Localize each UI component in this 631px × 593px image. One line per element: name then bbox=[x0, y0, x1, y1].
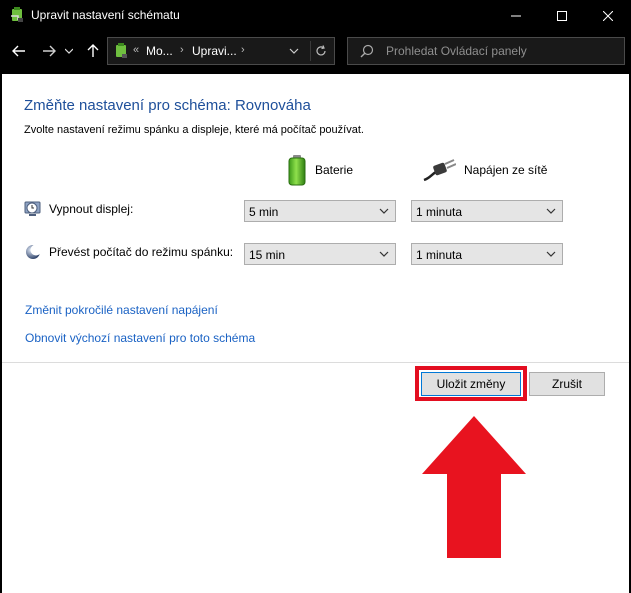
breadcrumb-overflow[interactable]: « bbox=[133, 44, 139, 56]
breadcrumb-item[interactable]: Upravi... bbox=[192, 44, 237, 58]
forward-button[interactable] bbox=[38, 40, 60, 62]
up-button[interactable] bbox=[82, 40, 104, 62]
select-value: 1 minuta bbox=[416, 205, 463, 219]
page-description: Zvolte nastavení režimu spánku a displej… bbox=[24, 124, 364, 136]
chevron-down-icon bbox=[546, 251, 556, 257]
maximize-button[interactable] bbox=[539, 0, 585, 32]
main-content: Změňte nastavení pro schéma: Rovnováha Z… bbox=[2, 74, 629, 593]
plugged-in-label: Napájen ze sítě bbox=[464, 163, 548, 177]
chevron-down-icon bbox=[65, 48, 73, 54]
breadcrumb-separator-icon: › bbox=[180, 44, 184, 56]
footer bbox=[2, 363, 629, 593]
chevron-down-icon bbox=[546, 208, 556, 214]
power-plug-icon bbox=[423, 159, 456, 182]
power-options-icon bbox=[9, 7, 25, 23]
chevron-down-icon bbox=[379, 251, 389, 257]
recent-locations-button[interactable] bbox=[62, 40, 76, 62]
address-dropdown-button[interactable] bbox=[284, 41, 304, 61]
chevron-down-icon bbox=[289, 48, 299, 54]
page-title: Změňte nastavení pro schéma: Rovnováha bbox=[24, 97, 311, 114]
arrow-up-icon bbox=[87, 44, 99, 57]
setting-row-display: Vypnout displej: bbox=[24, 198, 244, 222]
setting-label: Vypnout displej: bbox=[49, 202, 134, 216]
search-icon bbox=[360, 44, 376, 60]
arrow-right-icon bbox=[43, 45, 56, 57]
select-value: 1 minuta bbox=[416, 248, 463, 262]
select-value: 5 min bbox=[249, 205, 279, 219]
window-title: Upravit nastavení schématu bbox=[31, 8, 180, 22]
select-value: 15 min bbox=[249, 248, 286, 262]
display-timer-icon bbox=[24, 200, 42, 218]
highlight-box bbox=[415, 366, 527, 401]
navigation-bar: « Mo... › Upravi... › bbox=[0, 32, 631, 74]
setting-row-sleep: Převést počítač do režimu spánku: bbox=[24, 241, 244, 265]
sleep-plugged-select[interactable]: 1 minuta bbox=[411, 243, 563, 265]
search-box[interactable] bbox=[347, 37, 625, 65]
power-options-icon bbox=[113, 43, 129, 59]
window: Upravit nastavení schématu « Mo... › Upr… bbox=[0, 0, 631, 593]
chevron-down-icon bbox=[379, 208, 389, 214]
restore-defaults-link[interactable]: Obnovit výchozí nastavení pro toto schém… bbox=[25, 331, 255, 345]
search-input[interactable] bbox=[386, 42, 616, 60]
back-button[interactable] bbox=[8, 40, 30, 62]
refresh-icon bbox=[315, 45, 326, 56]
breadcrumb-separator-icon: › bbox=[241, 44, 245, 56]
red-arrow-up-icon bbox=[422, 416, 526, 558]
breadcrumb-item[interactable]: Mo... bbox=[146, 44, 173, 58]
minimize-button[interactable] bbox=[493, 0, 539, 32]
battery-label: Baterie bbox=[315, 163, 354, 177]
setting-label: Převést počítač do režimu spánku: bbox=[49, 245, 234, 259]
display-plugged-select[interactable]: 1 minuta bbox=[411, 200, 563, 222]
close-button[interactable] bbox=[585, 0, 631, 32]
display-battery-select[interactable]: 5 min bbox=[244, 200, 396, 222]
title-bar: Upravit nastavení schématu bbox=[0, 0, 631, 32]
sleep-battery-select[interactable]: 15 min bbox=[244, 243, 396, 265]
battery-icon bbox=[288, 155, 306, 186]
arrow-left-icon bbox=[12, 45, 25, 57]
sleep-moon-icon bbox=[24, 243, 42, 261]
address-bar[interactable]: « Mo... › Upravi... › bbox=[107, 37, 335, 65]
advanced-power-settings-link[interactable]: Změnit pokročilé nastavení napájení bbox=[25, 303, 218, 317]
cancel-button[interactable]: Zrušit bbox=[529, 372, 605, 396]
refresh-button[interactable] bbox=[310, 41, 330, 61]
column-header-battery: Baterie bbox=[287, 154, 353, 186]
column-header-plugged-in: Napájen ze sítě bbox=[422, 154, 547, 186]
